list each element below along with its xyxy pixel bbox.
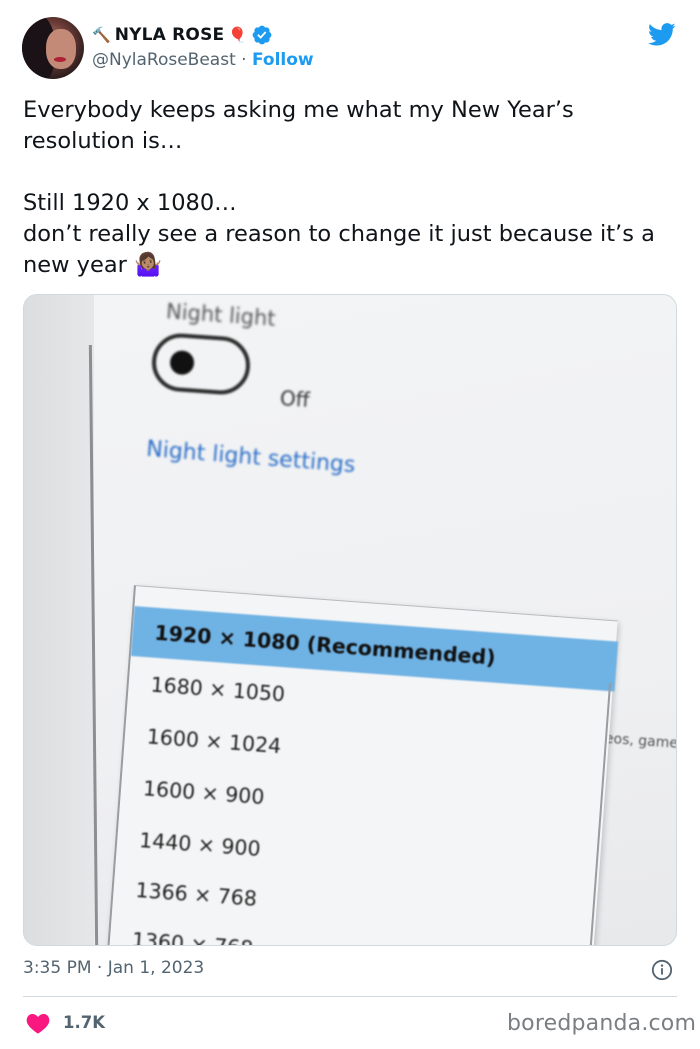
follow-button[interactable]: Follow xyxy=(252,50,314,70)
author-handle-row: @NylaRoseBeast · Follow xyxy=(92,50,314,70)
hammer-emoji: 🔨 xyxy=(92,25,111,44)
source-watermark: boredpanda.com xyxy=(507,1011,697,1036)
footer-divider xyxy=(23,996,677,997)
tweet-timestamp[interactable]: 3:35 PM · Jan 1, 2023 xyxy=(23,958,204,978)
author-name-row[interactable]: 🔨 NYLA ROSE 🎈 xyxy=(92,22,273,48)
night-light-toggle xyxy=(150,331,252,397)
verified-badge-icon xyxy=(252,25,272,45)
author-display-name[interactable]: NYLA ROSE xyxy=(115,25,225,45)
twitter-bird-icon[interactable] xyxy=(645,20,679,48)
avatar[interactable] xyxy=(22,17,84,79)
avatar-lips xyxy=(54,57,66,62)
heart-icon[interactable] xyxy=(26,1012,50,1034)
tweet-text: Everybody keeps asking me what my New Ye… xyxy=(23,97,655,278)
tweet-photo[interactable]: Night light Off Night light settings deo… xyxy=(23,294,677,946)
photo-scene: Night light Off Night light settings deo… xyxy=(24,295,676,945)
toggle-state-label: Off xyxy=(279,385,311,413)
resolution-dropdown: 1920 × 1080 (Recommended) 1680 × 1050 16… xyxy=(104,585,619,945)
avatar-face xyxy=(46,29,76,69)
separator-dot: · xyxy=(241,50,247,70)
like-count[interactable]: 1.7K xyxy=(63,1013,105,1032)
info-icon[interactable] xyxy=(651,959,673,981)
toggle-knob xyxy=(169,349,195,376)
balloon-emoji: 🎈 xyxy=(228,25,248,44)
tweet-card: 🔨 NYLA ROSE 🎈 @NylaRoseBeast · Follow Ev… xyxy=(0,0,700,1049)
author-handle[interactable]: @NylaRoseBeast xyxy=(92,50,236,70)
